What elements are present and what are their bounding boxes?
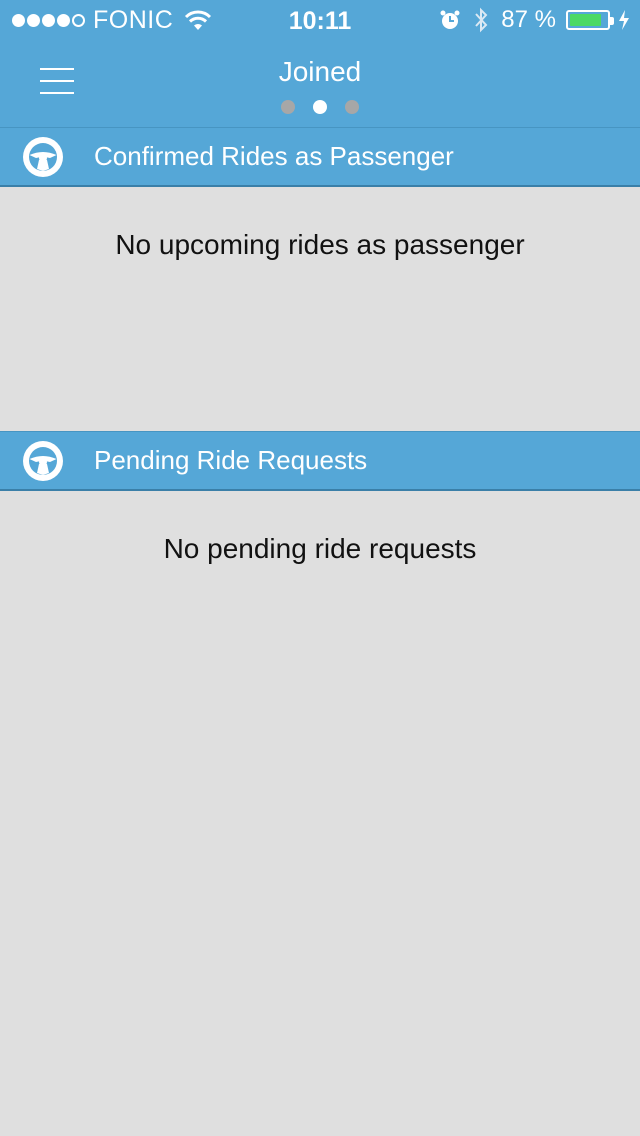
bluetooth-icon	[475, 7, 488, 33]
page-dot-1[interactable]	[281, 100, 295, 114]
battery-percent: 87 %	[501, 6, 556, 33]
page-indicator[interactable]	[0, 100, 640, 114]
navigation-bar: Joined	[0, 40, 640, 128]
page-dot-2-active[interactable]	[313, 100, 327, 114]
status-right: 87 %	[439, 6, 630, 33]
section-header-confirmed-rides: Confirmed Rides as Passenger	[0, 127, 640, 187]
page-title: Joined	[278, 56, 362, 87]
section-header-pending-requests: Pending Ride Requests	[0, 431, 640, 491]
steering-wheel-icon	[23, 136, 63, 177]
section-title: Pending Ride Requests	[94, 445, 368, 475]
battery-level	[570, 14, 602, 26]
battery-icon	[566, 10, 614, 30]
page-dot-3[interactable]	[345, 100, 359, 114]
steering-wheel-icon	[23, 440, 63, 481]
empty-message-upcoming-rides: No upcoming rides as passenger	[115, 229, 525, 260]
alarm-icon	[440, 10, 460, 29]
charging-bolt-icon	[619, 10, 629, 30]
section-title: Confirmed Rides as Passenger	[94, 141, 454, 171]
empty-message-pending-requests: No pending ride requests	[163, 533, 477, 564]
status-bar: FONIC 10:11 87 %	[0, 0, 640, 40]
